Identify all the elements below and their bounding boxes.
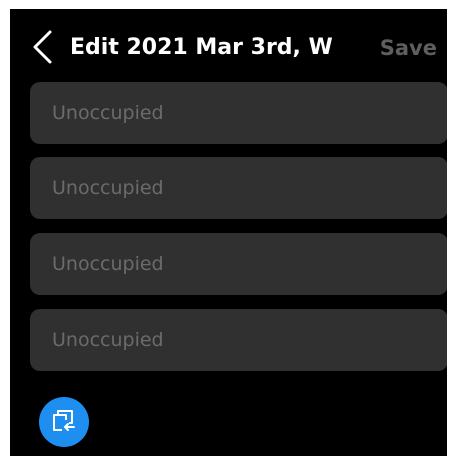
save-button[interactable]: Save: [380, 35, 437, 61]
schedule-slot-4[interactable]: Unoccupied: [30, 309, 447, 371]
page-title: Edit 2021 Mar 3rd, W: [70, 35, 333, 60]
slot-label: Unoccupied: [52, 177, 164, 199]
schedule-slot-2[interactable]: Unoccupied: [30, 157, 447, 219]
header: Edit 2021 Mar 3rd, W Save: [10, 9, 447, 81]
back-button[interactable]: [30, 29, 56, 65]
copy-schedule-button[interactable]: [39, 397, 89, 447]
schedule-edit-screen: Edit 2021 Mar 3rd, W Save Unoccupied Uno…: [10, 9, 447, 456]
schedule-slot-3[interactable]: Unoccupied: [30, 233, 447, 295]
chevron-left-icon: [33, 30, 52, 64]
slot-label: Unoccupied: [52, 102, 164, 124]
copy-schedule-icon: [53, 410, 75, 431]
slot-label: Unoccupied: [52, 329, 164, 351]
schedule-slot-1[interactable]: Unoccupied: [30, 82, 447, 144]
slot-label: Unoccupied: [52, 253, 164, 275]
